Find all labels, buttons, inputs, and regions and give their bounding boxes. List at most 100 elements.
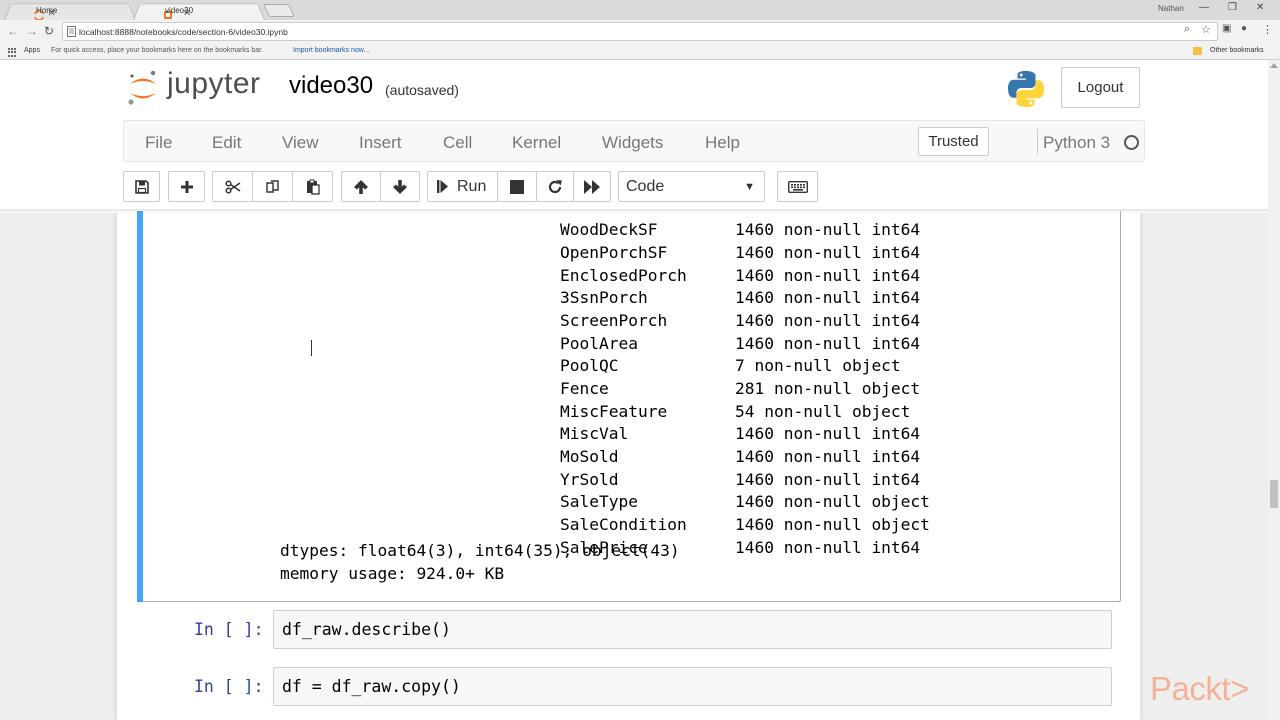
floppy-disk-icon	[134, 179, 149, 194]
move-up-button[interactable]	[341, 171, 381, 202]
tab-close-icon[interactable]: ✕	[47, 8, 55, 19]
scroll-up-icon[interactable]	[1270, 63, 1278, 68]
extension-icon-2[interactable]: ●	[1241, 23, 1247, 34]
trusted-indicator[interactable]: Trusted	[918, 127, 989, 156]
stop-icon	[510, 179, 524, 194]
jupyter-wordmark[interactable]: jupyter	[167, 67, 261, 101]
menu-edit[interactable]: Edit	[212, 133, 241, 153]
jupyter-logo-icon[interactable]	[127, 70, 159, 106]
column-name: MiscFeature	[560, 402, 668, 421]
fast-forward-icon	[583, 179, 600, 194]
python-logo-icon	[1008, 71, 1044, 107]
other-bookmarks-link[interactable]: Other bookmarks	[1210, 47, 1264, 54]
copy-button[interactable]	[252, 171, 293, 202]
kernel-separator	[1037, 129, 1038, 155]
minimize-icon[interactable]: —	[1199, 2, 1209, 13]
browser-tab-strip: Home ✕ video30 ✕ Nathan — ❐ ✕	[0, 0, 1280, 20]
column-name: YrSold	[560, 470, 619, 489]
column-info: 1460 non-null int64	[735, 334, 921, 353]
cut-button[interactable]	[212, 171, 253, 202]
cell-type-select[interactable]: Code ▼	[618, 171, 765, 202]
insert-cell-button[interactable]	[168, 171, 205, 202]
column-info: 1460 non-null int64	[735, 311, 921, 330]
bookmarks-bar: Apps For quick access, place your bookma…	[0, 44, 1280, 60]
back-arrow-icon[interactable]: ←	[7, 24, 19, 38]
column-info: 1460 non-null int64	[735, 288, 921, 307]
logout-button[interactable]: Logout	[1061, 67, 1140, 108]
column-info: 1460 non-null int64	[735, 424, 921, 443]
page-scrollbar[interactable]	[1268, 60, 1280, 720]
plus-icon	[180, 180, 193, 193]
browser-tab-home[interactable]: Home ✕	[4, 1, 136, 20]
packt-watermark: Packt>	[1150, 670, 1249, 707]
notebook-name[interactable]: video30	[289, 72, 373, 100]
browser-profile-name[interactable]: Nathan	[1158, 4, 1184, 13]
column-name: SaleCondition	[560, 515, 687, 534]
column-info: 1460 non-null int64	[735, 243, 921, 262]
menu-cell[interactable]: Cell	[443, 133, 472, 153]
arrow-down-icon	[393, 179, 407, 194]
kernel-name: Python 3	[1043, 133, 1111, 152]
cell-selection-bar	[137, 211, 143, 602]
menu-dots-icon[interactable]: ⋮	[1262, 23, 1273, 36]
folder-icon	[1193, 47, 1202, 55]
column-name: PoolArea	[560, 334, 638, 353]
menu-help[interactable]: Help	[705, 133, 740, 153]
new-tab-button[interactable]	[262, 4, 296, 17]
code-cell-input[interactable]: df_raw.describe()	[273, 610, 1112, 649]
menu-kernel[interactable]: Kernel	[512, 133, 561, 153]
apps-link[interactable]: Apps	[24, 47, 40, 54]
restart-kernel-button[interactable]	[536, 171, 574, 202]
menu-view[interactable]: View	[282, 133, 319, 153]
tab-close-icon[interactable]: ✕	[183, 8, 191, 19]
close-window-icon[interactable]: ✕	[1256, 2, 1264, 13]
reload-icon[interactable]: ↻	[44, 24, 54, 38]
restart-run-all-button[interactable]	[573, 171, 611, 202]
clipboard-icon	[306, 179, 320, 195]
dtypes-summary: dtypes: float64(3), int64(35), object(43…	[280, 541, 680, 560]
page-info-icon	[67, 26, 76, 37]
column-name: SaleType	[560, 492, 638, 511]
column-name: OpenPorchSF	[560, 243, 668, 262]
column-name: EnclosedPorch	[560, 266, 687, 285]
menu-insert[interactable]: Insert	[359, 133, 402, 153]
menu-file[interactable]: File	[145, 133, 172, 153]
column-info: 1460 non-null int64	[735, 447, 921, 466]
code-cell-input[interactable]: df = df_raw.copy()	[273, 667, 1112, 706]
apps-grid-icon[interactable]	[8, 48, 18, 57]
chevron-down-icon: ▼	[744, 181, 755, 193]
column-name: WoodDeckSF	[560, 220, 658, 239]
menu-widgets[interactable]: Widgets	[602, 133, 663, 153]
browser-tab-video30[interactable]: video30 ✕	[133, 1, 265, 20]
arrow-up-icon	[354, 179, 368, 194]
memory-usage: memory usage: 924.0+ KB	[280, 564, 505, 583]
url-text: localhost:8888/notebooks/code/section-6/…	[79, 26, 288, 37]
scrollbar-thumb[interactable]	[1270, 480, 1278, 508]
keyboard-icon	[787, 180, 808, 193]
bookmark-star-icon[interactable]: ☆	[1201, 23, 1211, 36]
column-name: PoolQC	[560, 356, 619, 375]
column-info: 1460 non-null int64	[735, 266, 921, 285]
paste-button[interactable]	[292, 171, 333, 202]
column-info: 1460 non-null object	[735, 492, 930, 511]
column-info: 54 non-null object	[735, 402, 911, 421]
zoom-icon[interactable]: ⌕	[1184, 23, 1190, 36]
save-button[interactable]	[123, 171, 160, 202]
interrupt-kernel-button[interactable]	[497, 171, 537, 202]
restore-icon[interactable]: ❐	[1228, 2, 1237, 13]
column-info: 7 non-null object	[735, 356, 901, 375]
input-prompt: In [ ]:	[194, 620, 264, 639]
move-down-button[interactable]	[380, 171, 420, 202]
column-name: Fence	[560, 379, 609, 398]
cell-type-value: Code	[626, 177, 665, 195]
kernel-idle-icon	[1124, 135, 1139, 150]
run-button[interactable]: Run	[427, 171, 498, 202]
import-bookmarks-link[interactable]: Import bookmarks now...	[293, 47, 369, 54]
browser-address-bar: ← → ↻ localhost:8888/notebooks/code/sect…	[0, 20, 1280, 44]
forward-arrow-icon[interactable]: →	[26, 24, 38, 38]
command-palette-button[interactable]	[777, 171, 818, 202]
bookmarks-hint: For quick access, place your bookmarks h…	[51, 47, 264, 54]
url-input[interactable]: localhost:8888/notebooks/code/section-6/…	[62, 22, 1218, 41]
extension-icon[interactable]: ▣	[1222, 23, 1231, 34]
column-name: MoSold	[560, 447, 619, 466]
